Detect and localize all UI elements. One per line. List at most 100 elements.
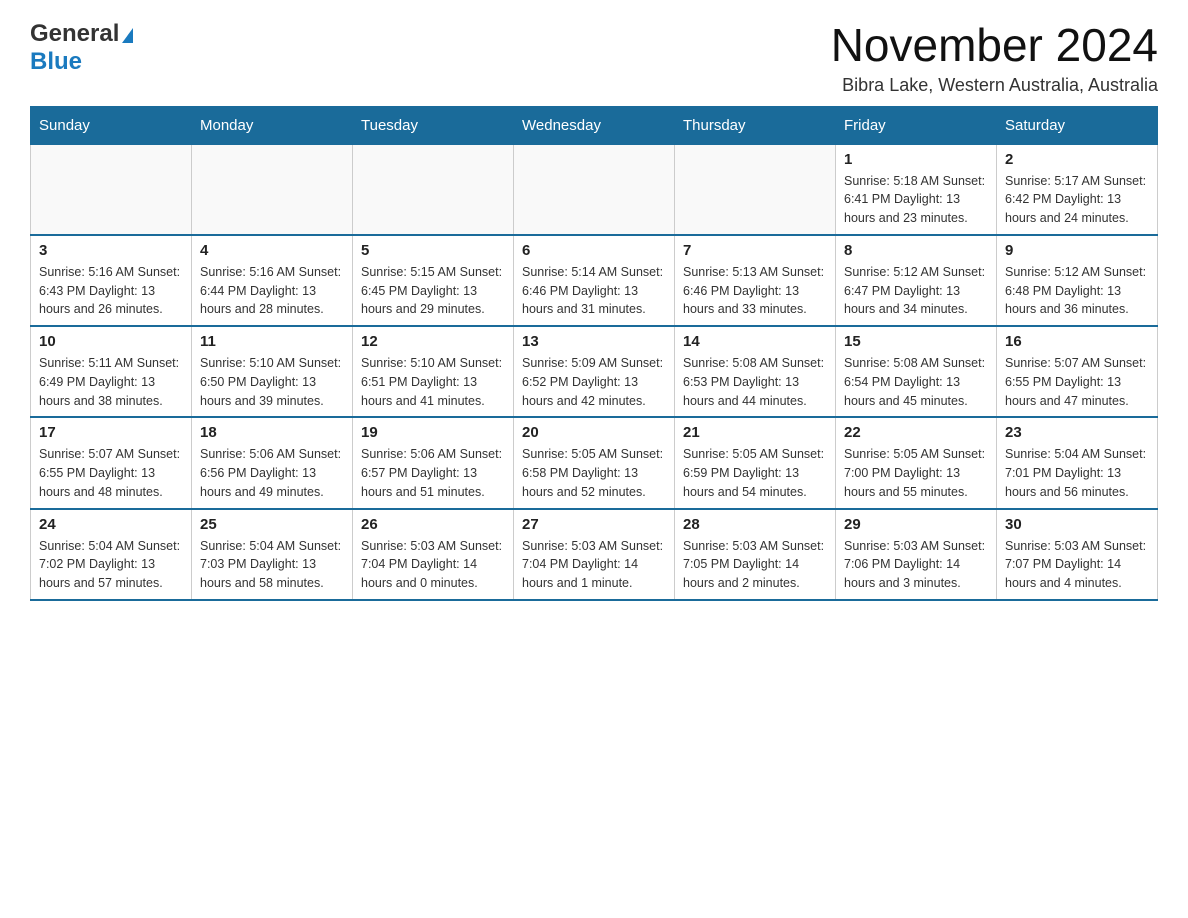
calendar-cell: 19 Sunrise: 5:06 AM Sunset: 6:57 PM Dayli… [353, 417, 514, 508]
day-info: Sunrise: 5:15 AM Sunset: 6:45 PM Dayligh… [361, 263, 505, 319]
logo-blue-text: Blue [30, 48, 82, 75]
calendar-table: SundayMondayTuesdayWednesdayThursdayFrid… [30, 106, 1158, 601]
day-info: Sunrise: 5:10 AM Sunset: 6:51 PM Dayligh… [361, 354, 505, 410]
calendar-cell: 21 Sunrise: 5:05 AM Sunset: 6:59 PM Dayli… [675, 417, 836, 508]
day-info: Sunrise: 5:05 AM Sunset: 7:00 PM Dayligh… [844, 445, 988, 501]
calendar-cell [675, 144, 836, 235]
day-number: 9 [1005, 242, 1149, 259]
calendar-cell: 13Sunrise: 5:09 AM Sunset: 6:52 PM Dayli… [514, 326, 675, 417]
day-info: Sunrise: 5:04 AM Sunset: 7:01 PM Dayligh… [1005, 445, 1149, 501]
calendar-header-monday: Monday [192, 106, 353, 144]
calendar-cell: 30 Sunrise: 5:03 AM Sunset: 7:07 PM Dayli… [997, 509, 1158, 600]
day-info: Sunrise: 5:08 AM Sunset: 6:53 PM Dayligh… [683, 354, 827, 410]
calendar-cell: 12 Sunrise: 5:10 AM Sunset: 6:51 PM Dayli… [353, 326, 514, 417]
page-subtitle: Bibra Lake, Western Australia, Australia [831, 75, 1158, 96]
calendar-cell: 7Sunrise: 5:13 AM Sunset: 6:46 PM Daylig… [675, 235, 836, 326]
day-info: Sunrise: 5:08 AM Sunset: 6:54 PM Dayligh… [844, 354, 988, 410]
title-area: November 2024 Bibra Lake, Western Austra… [831, 20, 1158, 96]
calendar-cell: 26 Sunrise: 5:03 AM Sunset: 7:04 PM Dayli… [353, 509, 514, 600]
calendar-cell: 20 Sunrise: 5:05 AM Sunset: 6:58 PM Dayli… [514, 417, 675, 508]
calendar-cell [514, 144, 675, 235]
calendar-cell: 14 Sunrise: 5:08 AM Sunset: 6:53 PM Dayli… [675, 326, 836, 417]
day-info: Sunrise: 5:07 AM Sunset: 6:55 PM Dayligh… [39, 445, 183, 501]
day-info: Sunrise: 5:03 AM Sunset: 7:07 PM Dayligh… [1005, 537, 1149, 593]
logo: General Blue [30, 20, 133, 76]
calendar-cell: 2 Sunrise: 5:17 AM Sunset: 6:42 PM Daylig… [997, 144, 1158, 235]
day-number: 11 [200, 333, 344, 350]
day-info: Sunrise: 5:05 AM Sunset: 6:59 PM Dayligh… [683, 445, 827, 501]
day-info: Sunrise: 5:10 AM Sunset: 6:50 PM Dayligh… [200, 354, 344, 410]
day-number: 3 [39, 242, 183, 259]
day-info: Sunrise: 5:06 AM Sunset: 6:57 PM Dayligh… [361, 445, 505, 501]
calendar-week-4: 17 Sunrise: 5:07 AM Sunset: 6:55 PM Dayli… [31, 417, 1158, 508]
day-info: Sunrise: 5:07 AM Sunset: 6:55 PM Dayligh… [1005, 354, 1149, 410]
day-number: 22 [844, 424, 988, 441]
calendar-cell: 1 Sunrise: 5:18 AM Sunset: 6:41 PM Daylig… [836, 144, 997, 235]
day-number: 4 [200, 242, 344, 259]
day-info: Sunrise: 5:06 AM Sunset: 6:56 PM Dayligh… [200, 445, 344, 501]
calendar-header-sunday: Sunday [31, 106, 192, 144]
day-info: Sunrise: 5:11 AM Sunset: 6:49 PM Dayligh… [39, 354, 183, 410]
day-number: 26 [361, 516, 505, 533]
calendar-cell: 9Sunrise: 5:12 AM Sunset: 6:48 PM Daylig… [997, 235, 1158, 326]
page-title: November 2024 [831, 20, 1158, 71]
day-number: 20 [522, 424, 666, 441]
calendar-cell: 24Sunrise: 5:04 AM Sunset: 7:02 PM Dayli… [31, 509, 192, 600]
day-info: Sunrise: 5:18 AM Sunset: 6:41 PM Dayligh… [844, 172, 988, 228]
day-number: 1 [844, 151, 988, 168]
calendar-cell: 15 Sunrise: 5:08 AM Sunset: 6:54 PM Dayli… [836, 326, 997, 417]
calendar-week-2: 3 Sunrise: 5:16 AM Sunset: 6:43 PM Daylig… [31, 235, 1158, 326]
day-info: Sunrise: 5:16 AM Sunset: 6:43 PM Dayligh… [39, 263, 183, 319]
day-info: Sunrise: 5:03 AM Sunset: 7:05 PM Dayligh… [683, 537, 827, 593]
calendar-cell: 22 Sunrise: 5:05 AM Sunset: 7:00 PM Dayli… [836, 417, 997, 508]
day-info: Sunrise: 5:05 AM Sunset: 6:58 PM Dayligh… [522, 445, 666, 501]
day-info: Sunrise: 5:04 AM Sunset: 7:02 PM Dayligh… [39, 537, 183, 593]
day-info: Sunrise: 5:16 AM Sunset: 6:44 PM Dayligh… [200, 263, 344, 319]
day-number: 25 [200, 516, 344, 533]
calendar-cell: 3 Sunrise: 5:16 AM Sunset: 6:43 PM Daylig… [31, 235, 192, 326]
day-number: 23 [1005, 424, 1149, 441]
day-info: Sunrise: 5:03 AM Sunset: 7:06 PM Dayligh… [844, 537, 988, 593]
day-number: 8 [844, 242, 988, 259]
calendar-cell: 17 Sunrise: 5:07 AM Sunset: 6:55 PM Dayli… [31, 417, 192, 508]
header: General Blue November 2024 Bibra Lake, W… [30, 20, 1158, 96]
day-info: Sunrise: 5:03 AM Sunset: 7:04 PM Dayligh… [522, 537, 666, 593]
day-number: 2 [1005, 151, 1149, 168]
calendar-cell: 18 Sunrise: 5:06 AM Sunset: 6:56 PM Dayli… [192, 417, 353, 508]
day-number: 19 [361, 424, 505, 441]
day-info: Sunrise: 5:17 AM Sunset: 6:42 PM Dayligh… [1005, 172, 1149, 228]
day-number: 14 [683, 333, 827, 350]
day-number: 18 [200, 424, 344, 441]
calendar-cell: 5 Sunrise: 5:15 AM Sunset: 6:45 PM Daylig… [353, 235, 514, 326]
day-number: 29 [844, 516, 988, 533]
day-info: Sunrise: 5:14 AM Sunset: 6:46 PM Dayligh… [522, 263, 666, 319]
day-info: Sunrise: 5:04 AM Sunset: 7:03 PM Dayligh… [200, 537, 344, 593]
day-number: 30 [1005, 516, 1149, 533]
calendar-header-saturday: Saturday [997, 106, 1158, 144]
day-number: 28 [683, 516, 827, 533]
calendar-week-1: 1 Sunrise: 5:18 AM Sunset: 6:41 PM Daylig… [31, 144, 1158, 235]
calendar-cell: 4 Sunrise: 5:16 AM Sunset: 6:44 PM Daylig… [192, 235, 353, 326]
calendar-cell: 6Sunrise: 5:14 AM Sunset: 6:46 PM Daylig… [514, 235, 675, 326]
day-number: 10 [39, 333, 183, 350]
day-number: 27 [522, 516, 666, 533]
calendar-header-tuesday: Tuesday [353, 106, 514, 144]
calendar-cell: 10 Sunrise: 5:11 AM Sunset: 6:49 PM Dayli… [31, 326, 192, 417]
calendar-cell: 27 Sunrise: 5:03 AM Sunset: 7:04 PM Dayli… [514, 509, 675, 600]
calendar-cell: 11 Sunrise: 5:10 AM Sunset: 6:50 PM Dayli… [192, 326, 353, 417]
calendar-header-row: SundayMondayTuesdayWednesdayThursdayFrid… [31, 106, 1158, 144]
day-info: Sunrise: 5:03 AM Sunset: 7:04 PM Dayligh… [361, 537, 505, 593]
day-number: 7 [683, 242, 827, 259]
logo-triangle-icon [122, 28, 133, 43]
calendar-cell: 29 Sunrise: 5:03 AM Sunset: 7:06 PM Dayli… [836, 509, 997, 600]
day-number: 12 [361, 333, 505, 350]
calendar-cell: 23 Sunrise: 5:04 AM Sunset: 7:01 PM Dayli… [997, 417, 1158, 508]
day-number: 5 [361, 242, 505, 259]
day-number: 17 [39, 424, 183, 441]
day-number: 21 [683, 424, 827, 441]
calendar-cell: 16Sunrise: 5:07 AM Sunset: 6:55 PM Dayli… [997, 326, 1158, 417]
calendar-cell [31, 144, 192, 235]
calendar-header-wednesday: Wednesday [514, 106, 675, 144]
day-number: 15 [844, 333, 988, 350]
day-number: 13 [522, 333, 666, 350]
